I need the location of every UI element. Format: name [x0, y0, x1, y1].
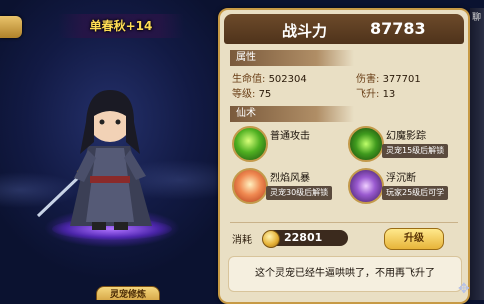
- ascend-label: 飞升:: [356, 89, 380, 100]
- ascend-row: 飞升: 13: [356, 85, 395, 100]
- level-label: 等级:: [232, 89, 256, 100]
- cost-row: 消耗 22801 升级: [228, 228, 460, 250]
- skill-unlock-note: 玩家25级后可学: [382, 186, 449, 200]
- swordsman-character-icon: [36, 90, 152, 230]
- character-scene: 单春秋+14 灵宠修炼: [0, 0, 232, 300]
- skill-normal-attack[interactable]: 普通攻击: [232, 124, 342, 164]
- skill-name: 烈焰风暴: [270, 173, 310, 184]
- damage-value: 377701: [382, 74, 421, 85]
- pet-name-banner: 单春秋+14: [58, 14, 184, 38]
- ascend-value: 13: [382, 89, 396, 100]
- skill-name: 浮沉断: [386, 173, 416, 184]
- damage-row: 伤害: 377701: [356, 70, 421, 85]
- skill-unlock-note: 灵宠30级后解锁: [266, 186, 333, 200]
- hp-row: 生命值: 502304: [232, 70, 307, 85]
- level-row: 等级: 75: [232, 85, 271, 100]
- flame-storm-icon: [232, 168, 268, 204]
- hp-label: 生命值:: [232, 74, 266, 85]
- menu-toggle-icon[interactable]: ✥: [458, 280, 478, 298]
- status-message: 这个灵宠已经牛逼哄哄了，不用再飞升了: [228, 256, 462, 292]
- skill-name: 普通攻击: [270, 131, 310, 142]
- green-slash-icon: [348, 126, 384, 162]
- hp-value: 502304: [268, 74, 307, 85]
- level-value: 75: [258, 89, 272, 100]
- pet-info-panel: 战斗力 87783 属性 生命值: 502304 伤害: 377701 等级: …: [218, 8, 470, 304]
- pet-training-button[interactable]: 灵宠修炼: [96, 286, 160, 300]
- green-whirl-icon: [232, 126, 268, 162]
- skill-flame-storm[interactable]: 烈焰风暴 灵宠30级后解锁: [232, 166, 342, 206]
- coin-icon: [262, 230, 280, 248]
- damage-label: 伤害:: [356, 74, 380, 85]
- skill-name: 幻魔影踪: [386, 131, 426, 142]
- back-tab-button[interactable]: [0, 16, 22, 38]
- cost-label: 消耗: [232, 235, 252, 246]
- combat-power-bar: 战斗力 87783: [224, 14, 464, 44]
- upgrade-button[interactable]: 升级: [384, 228, 444, 250]
- skill-phantom-trace[interactable]: 幻魔影踪 灵宠15级后解锁: [348, 124, 458, 164]
- section-divider: [230, 222, 458, 223]
- skill-float-sink[interactable]: 浮沉断 玩家25级后可学: [348, 166, 458, 206]
- side-chat-strip[interactable]: 聊: [470, 8, 484, 300]
- combat-power-value: 87783: [370, 19, 426, 38]
- combat-power-label: 战斗力: [282, 22, 328, 40]
- skills-header: 仙术: [230, 106, 354, 122]
- chat-tab-label: 聊: [472, 13, 482, 23]
- skill-unlock-note: 灵宠15级后解锁: [382, 144, 449, 158]
- attributes-header: 属性: [230, 50, 354, 66]
- purple-vortex-icon: [348, 168, 384, 204]
